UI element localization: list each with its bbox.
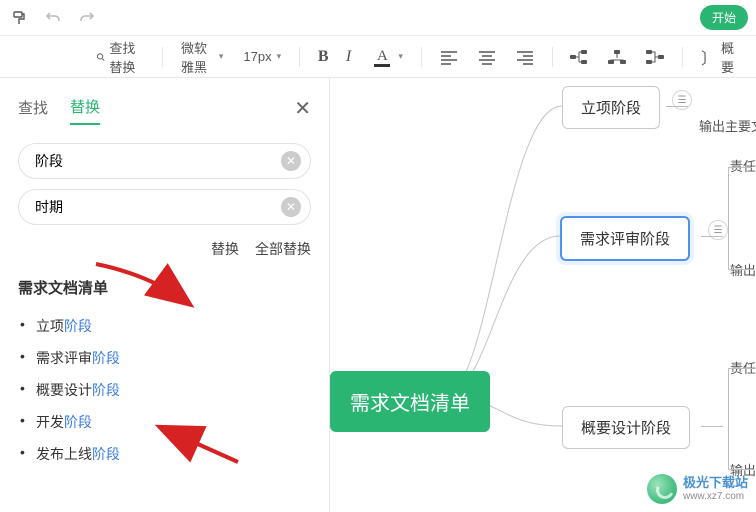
format-painter-icon[interactable]	[8, 7, 30, 29]
font-size-select[interactable]: 17px▾	[237, 45, 287, 68]
separator	[162, 47, 163, 67]
chevron-down-icon: ▾	[398, 51, 403, 62]
mindmap-node[interactable]: 立项阶段	[562, 86, 660, 129]
align-center-button[interactable]	[472, 45, 502, 69]
separator	[552, 47, 553, 67]
align-left-button[interactable]	[434, 45, 464, 69]
redo-icon[interactable]	[76, 7, 98, 29]
font-color-button[interactable]: A▾	[365, 44, 409, 69]
tab-replace[interactable]: 替换	[70, 96, 100, 125]
structure-button-3[interactable]	[640, 46, 670, 68]
result-item[interactable]: 需求评审阶段	[18, 342, 311, 374]
clear-replace-icon[interactable]: ✕	[281, 197, 301, 217]
replace-button[interactable]: 替换	[211, 239, 239, 259]
result-item[interactable]: 开发阶段	[18, 406, 311, 438]
result-item[interactable]: 概要设计阶段	[18, 374, 311, 406]
find-input[interactable]	[18, 143, 311, 179]
structure-button-1[interactable]	[564, 46, 594, 68]
mindmap-node[interactable]: 概要设计阶段	[562, 406, 690, 449]
undo-icon[interactable]	[42, 7, 64, 29]
node-subtext: 责任人	[730, 156, 756, 175]
results-heading: 需求文档清单	[18, 277, 311, 298]
close-icon[interactable]: ✕	[294, 96, 311, 121]
result-item[interactable]: 立项阶段	[18, 310, 311, 342]
chevron-down-icon: ▾	[277, 51, 282, 62]
structure-button-2[interactable]	[602, 46, 632, 68]
result-item[interactable]: 发布上线阶段	[18, 438, 311, 470]
font-color-icon: A	[371, 48, 393, 65]
node-tag-icon[interactable]: ☰	[672, 90, 692, 110]
mindmap-node-selected[interactable]: 需求评审阶段	[560, 216, 690, 261]
find-replace-button[interactable]: 查找替换	[90, 34, 150, 80]
outline-button[interactable]: 〕 概要	[695, 34, 740, 80]
watermark: 极光下载站 www.xz7.com	[647, 474, 748, 504]
separator	[682, 47, 683, 67]
start-button[interactable]: 开始	[700, 5, 748, 30]
connector-lines	[330, 78, 756, 512]
clear-find-icon[interactable]: ✕	[281, 151, 301, 171]
tab-find[interactable]: 查找	[18, 97, 48, 124]
bracket-icon: 〕	[701, 45, 717, 69]
mindmap-root-node[interactable]: 需求文档清单	[330, 371, 490, 432]
find-replace-label: 查找替换	[109, 38, 144, 76]
watermark-logo-icon	[647, 474, 677, 504]
separator	[421, 47, 422, 67]
chevron-down-icon: ▾	[219, 51, 224, 62]
bold-button[interactable]: B	[312, 44, 332, 70]
node-subtext: 输出主要文档	[699, 116, 756, 135]
font-family-select[interactable]: 微软雅黑▾	[175, 34, 229, 80]
italic-button[interactable]: I	[340, 44, 358, 70]
node-tag-icon[interactable]: ☰	[708, 220, 728, 240]
align-right-button[interactable]	[510, 45, 540, 69]
replace-all-button[interactable]: 全部替换	[255, 239, 311, 259]
replace-input[interactable]	[18, 189, 311, 225]
separator	[299, 47, 300, 67]
